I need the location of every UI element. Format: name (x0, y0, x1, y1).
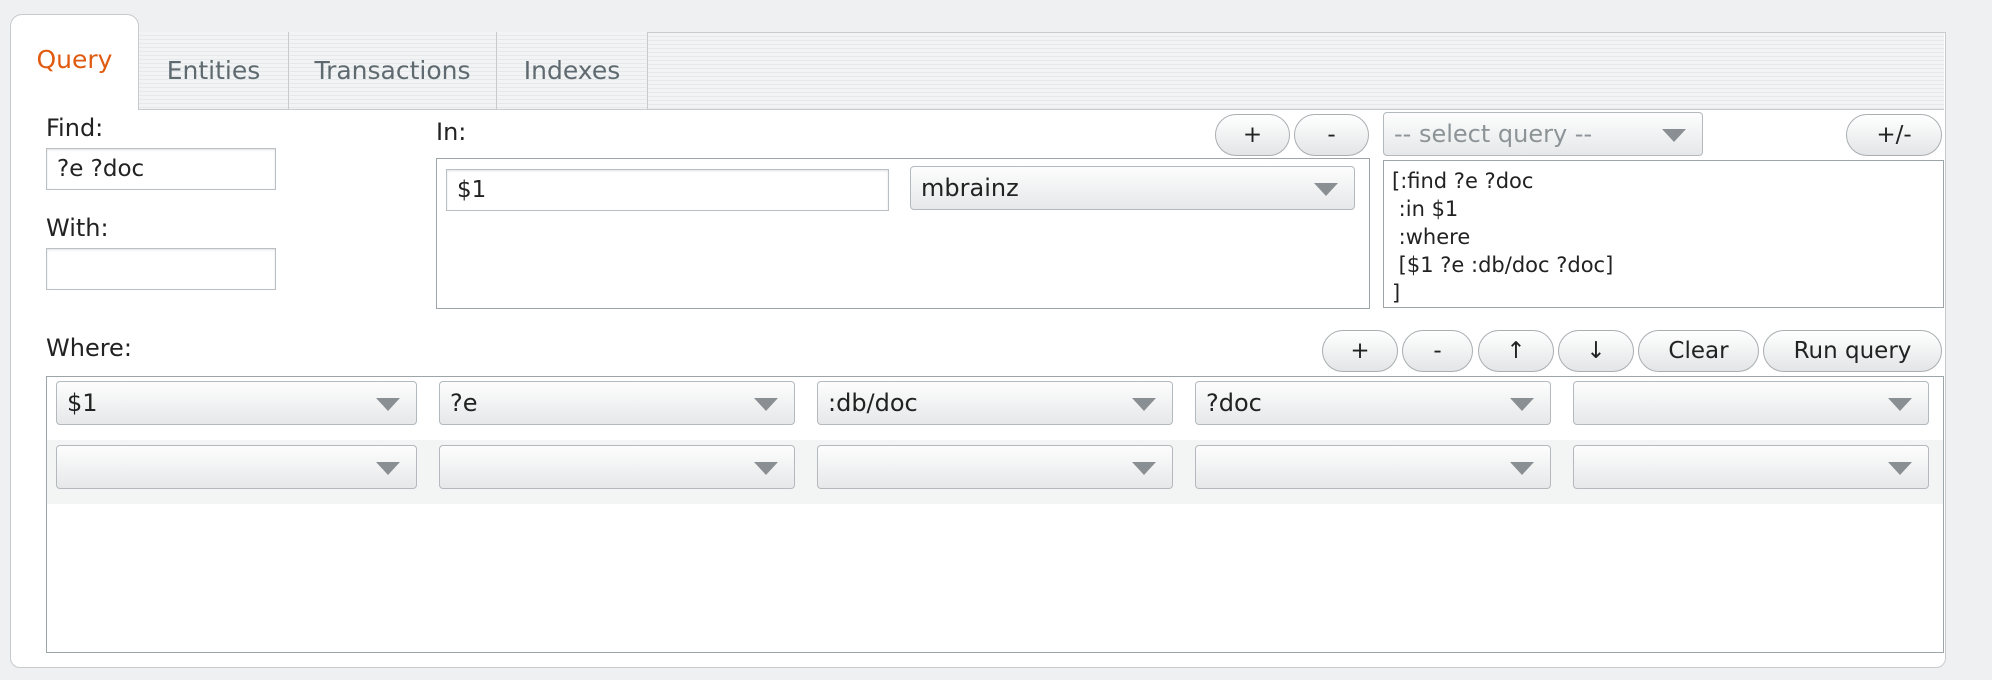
run-query-button[interactable]: Run query (1763, 330, 1942, 372)
toggle-editor-button[interactable]: +/- (1846, 114, 1942, 156)
where-row-1-value-select[interactable]: ?doc (1195, 381, 1551, 425)
in-remove-button[interactable]: - (1294, 114, 1369, 156)
in-source-value: mbrainz (921, 174, 1019, 202)
chevron-down-icon (754, 398, 778, 411)
in-source-select[interactable]: mbrainz (910, 166, 1355, 210)
select-value: ?doc (1206, 389, 1262, 417)
select-value: :db/doc (828, 389, 918, 417)
tab-indexes[interactable]: Indexes (497, 32, 648, 109)
where-row-1-attribute-2-select[interactable]: :db/doc (817, 381, 1173, 425)
chevron-down-icon (1510, 462, 1534, 475)
select-value: $1 (67, 389, 98, 417)
where-row-2-entity-select[interactable] (56, 445, 417, 489)
chevron-down-icon (1132, 398, 1156, 411)
find-input[interactable] (46, 148, 276, 190)
with-label: With: (46, 214, 109, 242)
where-row-1-tx-select[interactable] (1573, 381, 1929, 425)
tab-query-label: Query (36, 45, 113, 74)
in-label: In: (436, 118, 467, 146)
chevron-down-icon (1314, 183, 1338, 196)
where-row-2-value-select[interactable] (1195, 445, 1551, 489)
query-editor-text[interactable]: [:find ?e ?doc :in $1 :where [$1 ?e :db/… (1384, 161, 1943, 313)
tab-transactions-label: Transactions (314, 56, 471, 85)
in-add-button[interactable]: + (1215, 114, 1290, 156)
clear-button[interactable]: Clear (1638, 330, 1759, 372)
select-value: ?e (450, 389, 478, 417)
chevron-down-icon (1888, 462, 1912, 475)
where-row-2-attribute-2-select[interactable] (817, 445, 1173, 489)
chevron-down-icon (754, 462, 778, 475)
query-editor[interactable]: [:find ?e ?doc :in $1 :where [$1 ?e :db/… (1383, 160, 1944, 308)
tab-entities-label: Entities (166, 56, 261, 85)
where-row-1-entity-select[interactable]: $1 (56, 381, 417, 425)
chevron-down-icon (1888, 398, 1912, 411)
chevron-down-icon (1132, 462, 1156, 475)
saved-query-placeholder: -- select query -- (1394, 120, 1593, 148)
with-input[interactable] (46, 248, 276, 290)
chevron-down-icon (376, 398, 400, 411)
move-down-button[interactable]: ↓ (1558, 330, 1634, 372)
in-variable-input[interactable] (446, 169, 889, 211)
where-label: Where: (46, 334, 132, 362)
chevron-down-icon (1510, 398, 1534, 411)
where-row-2-tx-select[interactable] (1573, 445, 1929, 489)
tab-entities[interactable]: Entities (139, 32, 289, 109)
tab-query[interactable]: Query (10, 14, 139, 110)
tab-transactions[interactable]: Transactions (289, 32, 497, 109)
where-row-1-attribute-1-select[interactable]: ?e (439, 381, 795, 425)
where-row-2-attribute-1-select[interactable] (439, 445, 795, 489)
chevron-down-icon (1662, 129, 1686, 142)
move-up-button[interactable]: ↑ (1478, 330, 1554, 372)
where-add-button[interactable]: + (1322, 330, 1398, 372)
chevron-down-icon (376, 462, 400, 475)
find-label: Find: (46, 114, 104, 142)
tab-indexes-label: Indexes (523, 56, 621, 85)
saved-query-select[interactable]: -- select query -- (1383, 112, 1703, 156)
where-remove-button[interactable]: - (1402, 330, 1473, 372)
